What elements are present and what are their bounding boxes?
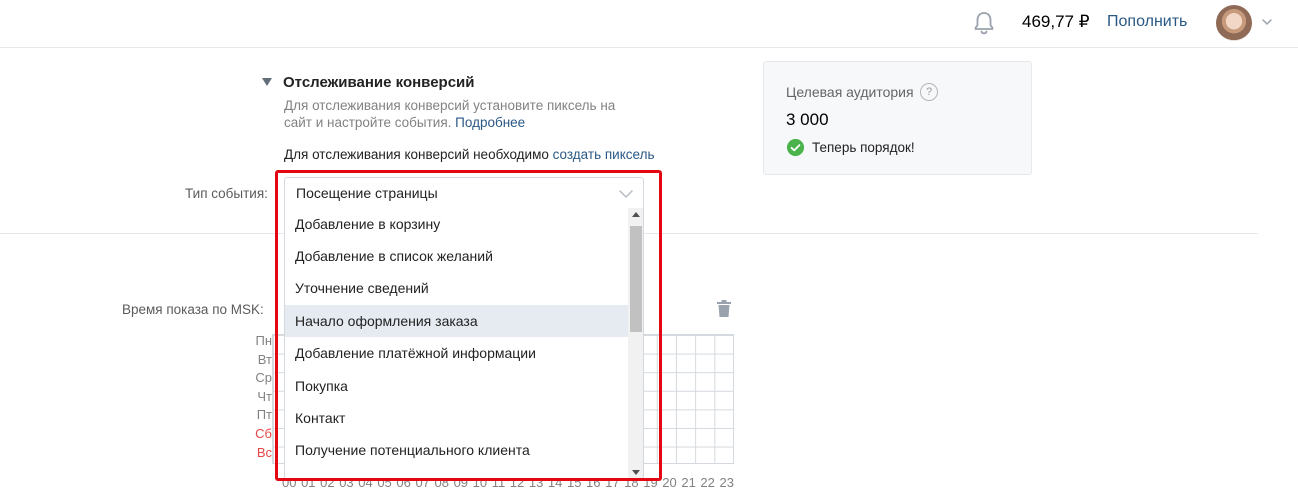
dropdown-option[interactable]: Добавление платёжной информации [285,337,628,369]
chevron-down-icon[interactable] [1260,15,1274,29]
audience-value: 3 000 [786,110,829,129]
hour-label: 22 [700,475,715,490]
day-label: Вт [257,351,272,367]
account-balance: 469,77 ₽ [1022,12,1090,31]
scrollbar-thumb[interactable] [630,226,642,332]
dropdown-option[interactable]: Добавление в корзину [285,208,628,240]
topup-link[interactable]: Пополнить [1107,13,1187,31]
bell-icon[interactable] [972,10,996,36]
hour-label: 23 [719,475,734,490]
dropdown-option[interactable]: Покупка [285,370,628,402]
dropdown-scrollbar[interactable] [628,208,643,480]
schedule-label: Время показа по MSK: [122,302,264,317]
event-type-select[interactable]: Посещение страницы [284,177,644,209]
day-label: Пн [255,333,272,348]
hour-label: 20 [662,475,677,490]
scroll-up-arrow-icon[interactable] [632,212,640,217]
chevron-down-icon [619,190,633,199]
day-label: Пт [256,407,272,423]
more-info-link[interactable]: Подробнее [455,115,525,130]
hour-label: 19 [643,475,658,490]
dropdown-option[interactable]: Уточнение сведений [285,272,628,304]
schedule-days: Пн Вт Ср Чт Пт Сб Вс [250,333,272,463]
day-label: Ср [255,370,272,386]
day-label: Сб [255,425,272,441]
check-circle-icon [787,139,804,156]
hour-label: 21 [681,475,696,490]
conversion-description-text: Для отслеживания конверсий установите пи… [284,98,616,130]
pixel-required-text: Для отслеживания конверсий необходимо [284,147,549,162]
user-avatar[interactable] [1216,5,1252,41]
trash-icon[interactable] [716,300,732,318]
day-label: Вс [256,444,272,460]
create-pixel-link[interactable]: создать пиксель [553,147,655,162]
conversion-description: Для отслеживания конверсий установите пи… [284,97,644,131]
pixel-required-notice: Для отслеживания конверсий необходимо со… [284,147,655,162]
top-header: 469,77 ₽ Пополнить [0,0,1298,48]
audience-status: Теперь порядок! [812,140,915,155]
event-type-selected: Посещение страницы [296,185,438,201]
audience-card: Целевая аудитория ? 3 000 Теперь порядок… [763,61,1032,175]
scroll-down-arrow-icon[interactable] [632,470,640,475]
collapse-triangle-icon[interactable] [262,77,272,87]
help-icon[interactable]: ? [920,83,938,101]
dropdown-option[interactable]: Контакт [285,402,628,434]
event-type-label: Тип события: [185,186,268,201]
dropdown-option-highlighted[interactable]: Начало оформления заказа [285,305,628,337]
event-type-dropdown: Добавление в корзину Добавление в список… [284,208,644,481]
dropdown-option[interactable]: Получение потенциального клиента [285,434,628,466]
dropdown-option[interactable]: Добавление в список желаний [285,240,628,272]
day-label: Чт [257,388,272,404]
audience-title: Целевая аудитория [786,84,914,100]
conversion-title: Отслеживание конверсий [283,74,475,91]
